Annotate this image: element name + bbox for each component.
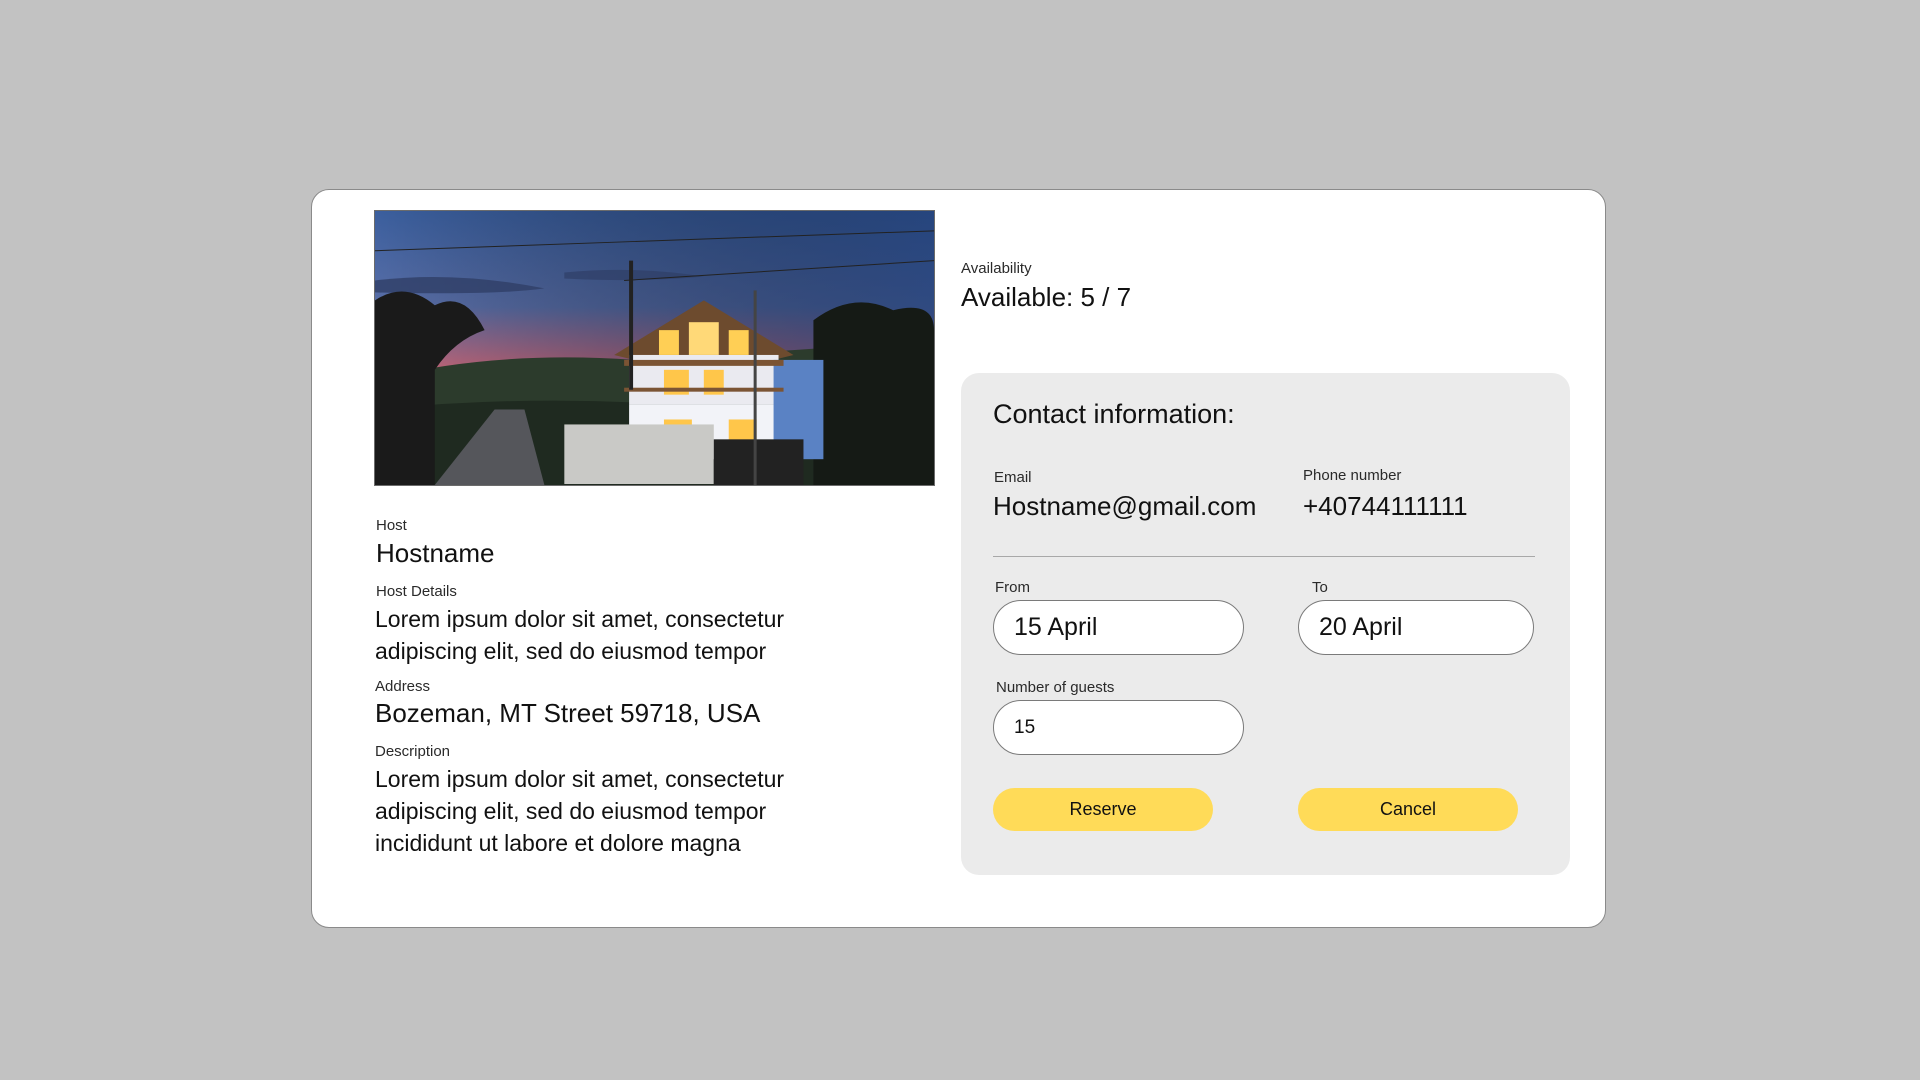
contact-title: Contact information: xyxy=(993,399,1235,429)
phone-value: +40744111111 xyxy=(1303,491,1468,521)
address-value: Bozeman, MT Street 59718, USA xyxy=(375,698,761,728)
description-value: Lorem ipsum dolor sit amet, consectetur … xyxy=(375,766,785,856)
divider xyxy=(993,556,1535,557)
host-value: Hostname xyxy=(376,538,495,568)
email-value: Hostname@gmail.com xyxy=(993,491,1257,521)
house-photo-image xyxy=(375,211,934,485)
availability-value: Available: 5 / 7 xyxy=(961,282,1132,312)
from-date-field[interactable]: 15 April xyxy=(993,600,1244,655)
description-label: Description xyxy=(375,743,451,760)
contact-panel: Contact information: Email Hostname@gmai… xyxy=(961,373,1570,875)
reserve-button[interactable]: Reserve xyxy=(993,788,1213,831)
address-label: Address xyxy=(375,678,431,695)
house-photo xyxy=(374,210,935,486)
phone-label: Phone number xyxy=(1303,467,1402,484)
email-label: Email xyxy=(994,469,1032,486)
to-label: To xyxy=(1312,579,1328,596)
availability-label: Availability xyxy=(961,260,1032,277)
guests-field[interactable]: 15 xyxy=(993,700,1244,755)
guests-label: Number of guests xyxy=(996,679,1115,696)
cancel-button[interactable]: Cancel xyxy=(1298,788,1518,831)
host-details-label: Host Details xyxy=(376,583,457,600)
from-label: From xyxy=(995,579,1030,596)
host-label: Host xyxy=(376,517,407,534)
to-date-field[interactable]: 20 April xyxy=(1298,600,1534,655)
host-details-value: Lorem ipsum dolor sit amet, consectetur … xyxy=(375,606,785,664)
listing-card: Host Hostname Host Details Lorem ipsum d… xyxy=(311,189,1606,928)
